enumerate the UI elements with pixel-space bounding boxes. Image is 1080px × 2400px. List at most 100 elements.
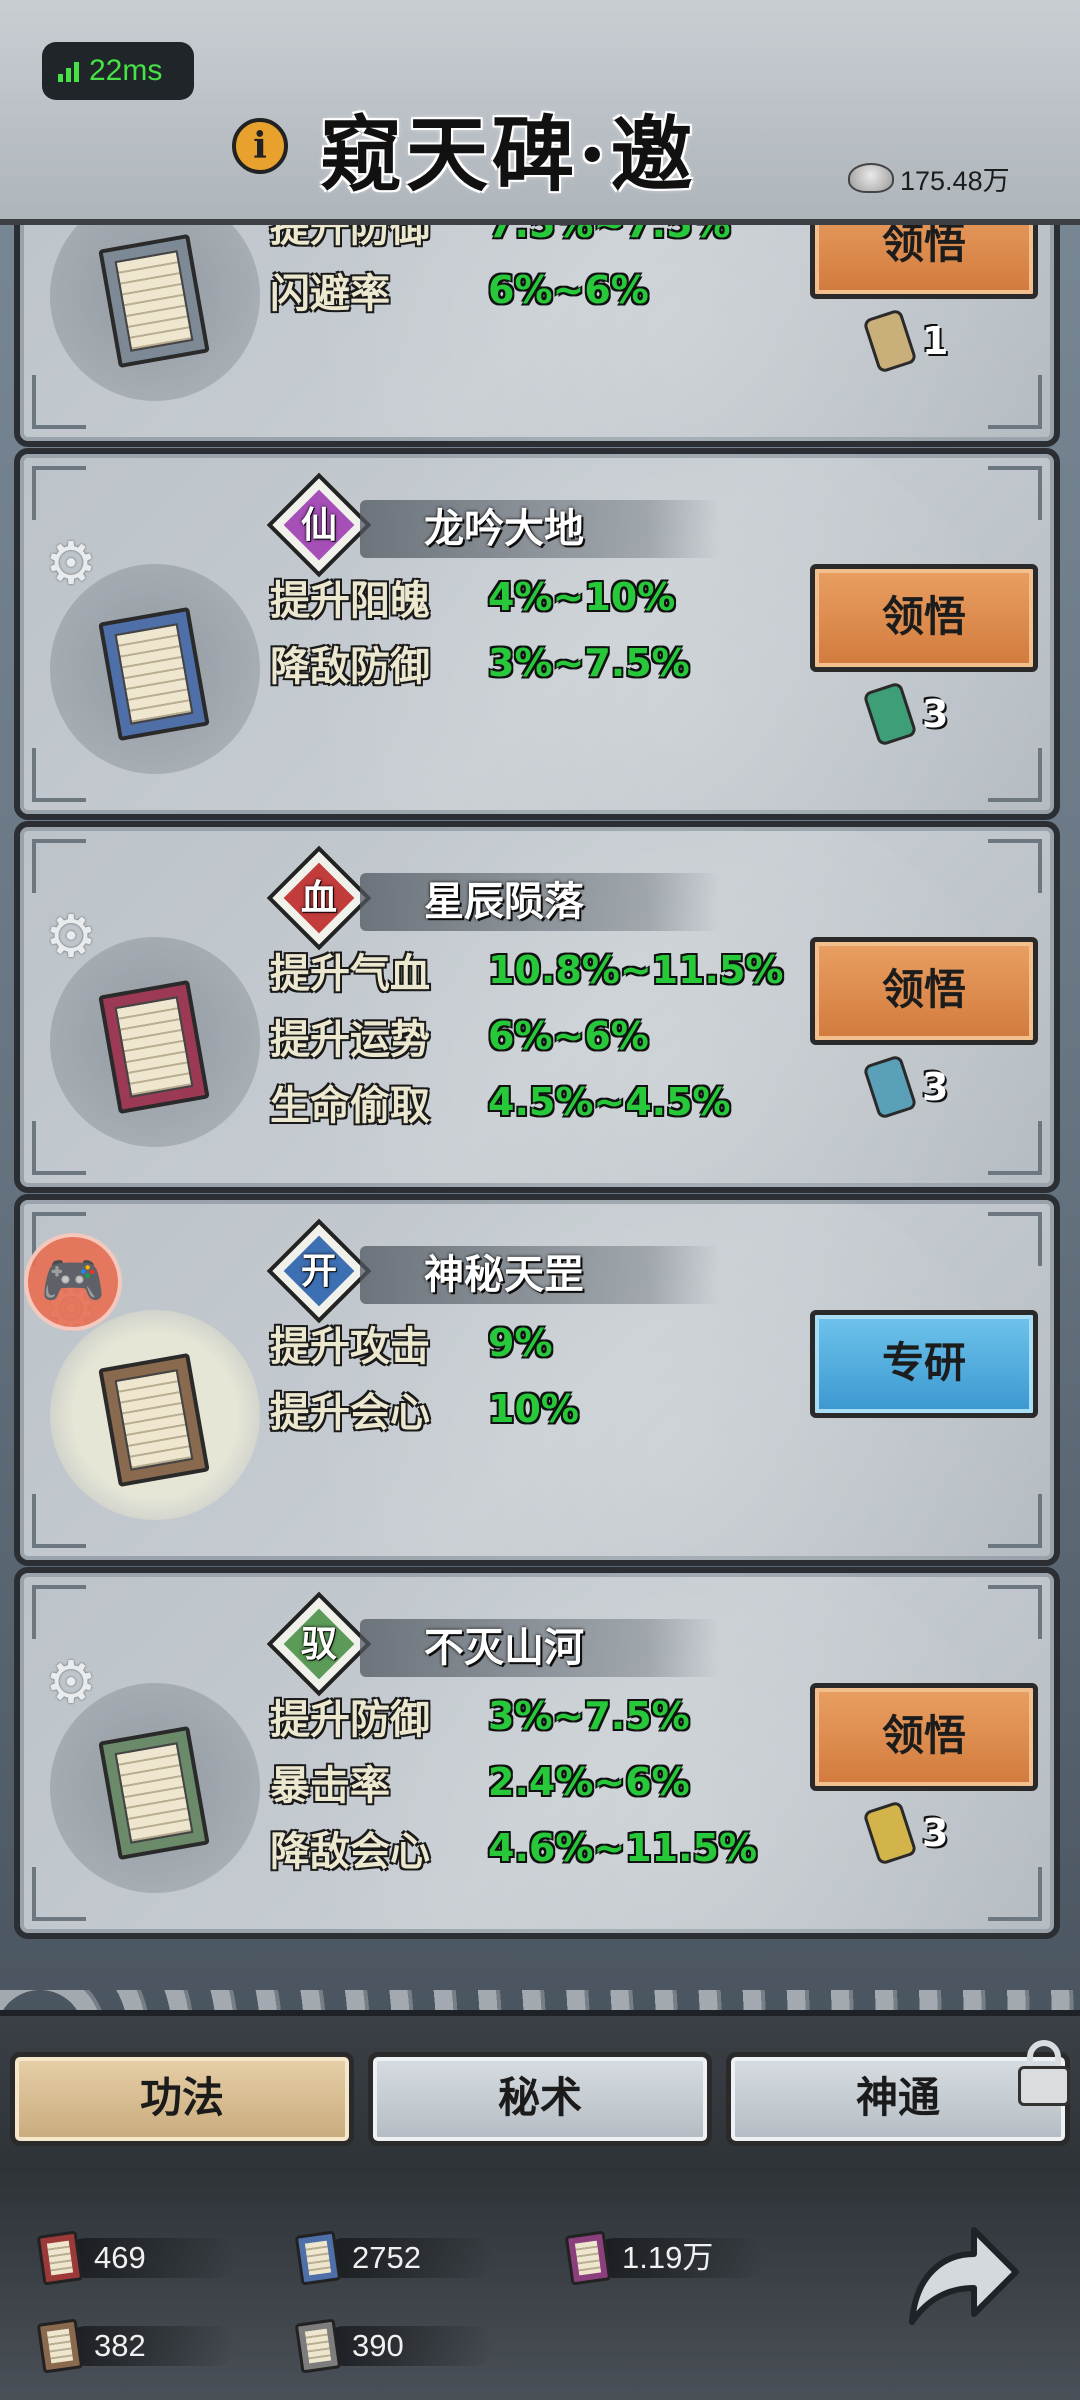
gear-icon[interactable]: ⚙ [42,907,100,965]
stat-label: 生命偷取 [270,1082,430,1129]
rank-badge-label: 开 [300,1250,337,1292]
rank-badge-label: 驭 [300,1623,337,1665]
cost-count: 3 [922,692,949,736]
share-arrow-icon[interactable] [898,2212,1022,2336]
currency-display: 175.48万 [848,158,1010,198]
cost: 1 [862,308,948,374]
stat-value: 10% [488,1387,579,1431]
inventory-item[interactable]: 390 [294,2318,494,2374]
tab-bar: 功法 秘术 神通 [10,2052,1070,2148]
lock-icon [1018,2040,1070,2106]
gear-icon[interactable]: ⚙ [42,1653,100,1711]
page-title: 窥天碑·邀月 [320,107,697,322]
stat-label: 闪避率 [270,270,390,317]
scroll-book-icon [36,2230,84,2286]
skill-name: 龙吟大地 [424,505,584,552]
corner-ornament [32,1585,86,1639]
corner-ornament [988,1212,1042,1266]
cost: 3 [862,1054,948,1120]
scroll-book-icon [294,2318,342,2374]
scroll-book-icon [564,2230,612,2286]
stat-label: 提升攻击 [270,1323,430,1370]
gear-icon[interactable]: ⚙ [42,534,100,592]
corner-ornament [32,466,86,520]
stat-row: 暴击率 2.4%~6% [270,1749,757,1815]
stat-value: 3%~7.5% [488,1694,690,1738]
stat-label: 提升防御 [270,225,430,251]
tab-mishu[interactable]: 秘术 [368,2052,712,2146]
stat-value: 4.6%~11.5% [488,1826,758,1870]
currency-value: 175.48万 [900,165,1010,196]
scroll-icon [862,1800,918,1866]
skill-card: ⚙ 血 星辰陨落 提升气血 10.8%~11.5% 提升运势 6%~6% 生命偷取 4.5%~4… [14,821,1060,1193]
skill-name: 不灭山河 [424,1624,584,1671]
ping-indicator: 22ms [42,42,194,100]
corner-ornament [988,748,1042,802]
corner-ornament [988,1494,1042,1548]
comprehend-button[interactable]: 领悟 [810,564,1038,672]
inventory-item[interactable]: 1.19万 [564,2230,764,2286]
stat-list: 提升攻击 9% 提升会心 10% [270,1310,579,1442]
inventory-item[interactable]: 382 [36,2318,236,2374]
corner-ornament [988,466,1042,520]
info-icon[interactable]: i [232,118,288,174]
inventory-count: 382 [66,2326,236,2366]
research-button[interactable]: 专研 [810,1310,1038,1418]
tab-gongfa[interactable]: 功法 [10,2052,354,2146]
corner-ornament [32,1121,86,1175]
stat-row: 降敌会心 4.6%~11.5% [270,1815,757,1881]
corner-ornament [988,1867,1042,1921]
stat-value: 10.8%~11.5% [488,948,784,992]
stat-label: 降敌会心 [270,1828,430,1875]
comprehend-button[interactable]: 领悟 [810,225,1038,299]
stat-list: 提升防御 7.5%~7.5% 闪避率 6%~6% [270,225,731,323]
stat-row: 生命偷取 4.5%~4.5% [270,1069,784,1135]
stat-row: 提升防御 3%~7.5% [270,1683,757,1749]
ping-value: 22ms [89,54,163,87]
signal-icon [58,60,79,82]
skill-card: ⚙ 驭 不灭山河提升防御 3%~7.5% 暴击率 2.4%~6% 降敌会心 4.6%~11.5… [14,1567,1060,1939]
corner-ornament [32,1494,86,1548]
stat-row: 提升气血 10.8%~11.5% [270,937,784,1003]
comprehend-button[interactable]: 领悟 [810,1683,1038,1791]
scroll-book-icon [294,2230,342,2286]
skill-list[interactable]: 血地裂天崩提升防御7.5%~7.5%闪避率6%~6%领悟1⚙仙龙吟大地提升阳魄4… [14,225,1060,2010]
stat-row: 提升攻击 9% [270,1310,579,1376]
scroll-book-icon [36,2318,84,2374]
stat-label: 暴击率 [270,1762,390,1809]
gamepad-icon[interactable]: 🎮 [24,1233,122,1331]
stat-label: 提升气血 [270,950,430,997]
stat-label: 降敌防御 [270,643,430,690]
corner-ornament [988,375,1042,429]
stat-row: 提升阳魄 4%~10% [270,564,690,630]
corner-ornament [988,1121,1042,1175]
cost: 3 [862,1800,948,1866]
stat-value: 2.4%~6% [488,1760,690,1804]
inventory-count: 2752 [324,2238,494,2278]
stat-label: 提升阳魄 [270,577,430,624]
inventory-item[interactable]: 2752 [294,2230,494,2286]
cost: 3 [862,681,949,747]
stat-list: 提升阳魄 4%~10% 降敌防御 3%~7.5% [270,564,690,696]
inventory-item[interactable]: 469 [36,2230,236,2286]
corner-ornament [32,748,86,802]
corner-ornament [32,375,86,429]
stat-row: 提升会心 10% [270,1376,579,1442]
stat-label: 提升运势 [270,1016,430,1063]
stat-row: 提升防御 7.5%~7.5% [270,225,731,257]
stat-row: 降敌防御 3%~7.5% [270,630,690,696]
skill-card: 血地裂天崩提升防御7.5%~7.5%闪避率6%~6%领悟1 [14,225,1060,447]
skill-card: ⚙开神秘天罡提升攻击9%提升会心10%专研 [14,1194,1060,1566]
rank-badge-label: 血 [300,877,337,919]
stat-row: 提升运势 6%~6% [270,1003,784,1069]
stat-list: 提升气血 10.8%~11.5% 提升运势 6%~6% 生命偷取 4.5%~4.5% [270,937,784,1135]
scroll-icon [862,1054,918,1120]
stat-value: 7.5%~7.5% [488,225,731,246]
corner-ornament [32,839,86,893]
skill-card: ⚙ 仙 龙吟大地提升阳魄 4%~10% 降敌防御 3%~7.5% 领悟 3 [14,448,1060,820]
stat-value: 4.5%~4.5% [488,1080,731,1124]
corner-ornament [988,1585,1042,1639]
scroll-icon [862,308,918,374]
rank-badge-label: 仙 [300,504,337,546]
comprehend-button[interactable]: 领悟 [810,937,1038,1045]
